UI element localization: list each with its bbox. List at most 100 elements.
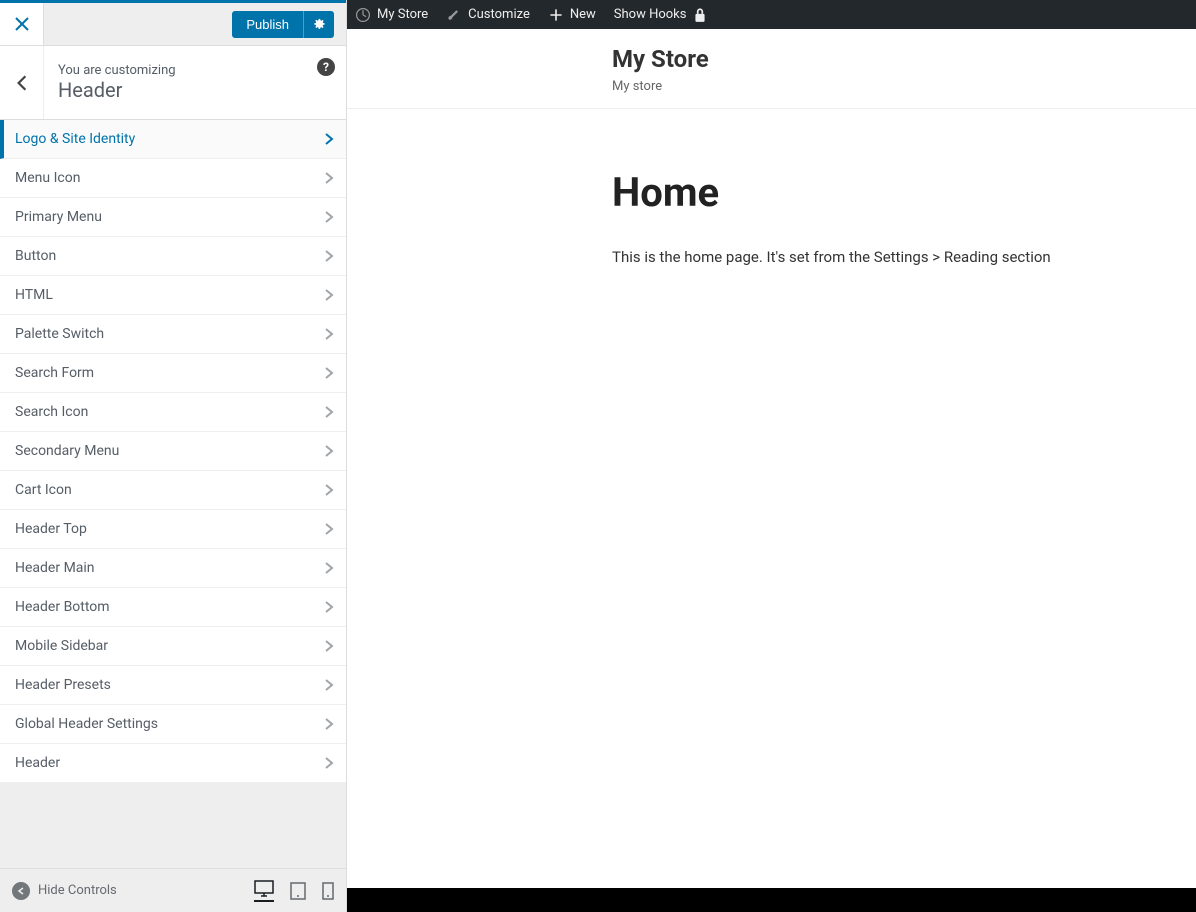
chevron-right-icon — [324, 444, 334, 458]
mobile-preview-button[interactable] — [322, 882, 334, 900]
menu-item-label: Button — [15, 248, 56, 264]
menu-item-label: Header Main — [15, 560, 95, 576]
menu-item-header-main[interactable]: Header Main — [0, 549, 346, 588]
plus-icon — [548, 7, 564, 23]
menu-item-label: Header Top — [15, 521, 87, 537]
device-preview-switcher — [254, 880, 334, 902]
menu-item-logo-site-identity[interactable]: Logo & Site Identity — [0, 120, 346, 159]
sidebar-topbar: Publish — [0, 0, 346, 46]
tablet-icon — [290, 882, 306, 900]
chevron-right-icon — [324, 756, 334, 770]
adminbar-customize-link[interactable]: Customize — [446, 7, 530, 23]
close-customizer-button[interactable] — [0, 3, 44, 45]
chevron-right-icon — [324, 639, 334, 653]
site-tagline: My store — [612, 79, 1176, 94]
menu-item-html[interactable]: HTML — [0, 276, 346, 315]
section-header: You are customizing Header ? — [0, 46, 346, 120]
publish-settings-button[interactable] — [303, 11, 334, 38]
menu-item-label: Primary Menu — [15, 209, 102, 225]
menu-item-secondary-menu[interactable]: Secondary Menu — [0, 432, 346, 471]
mobile-icon — [322, 882, 334, 900]
menu-item-label: Logo & Site Identity — [15, 131, 135, 147]
desktop-preview-button[interactable] — [254, 880, 274, 902]
publish-area: Publish — [232, 11, 346, 38]
site-title[interactable]: My Store — [612, 45, 1176, 73]
chevron-right-icon — [324, 249, 334, 263]
chevron-right-icon — [324, 522, 334, 536]
hide-controls-label: Hide Controls — [38, 883, 117, 898]
menu-item-label: Header Bottom — [15, 599, 110, 615]
tablet-preview-button[interactable] — [290, 882, 306, 900]
chevron-right-icon — [324, 366, 334, 380]
menu-item-label: Global Header Settings — [15, 716, 158, 732]
chevron-left-icon — [16, 74, 28, 92]
menu-item-primary-menu[interactable]: Primary Menu — [0, 198, 346, 237]
menu-item-label: Palette Switch — [15, 326, 104, 342]
menu-item-label: Cart Icon — [15, 482, 72, 498]
wp-adminbar: My Store Customize New Show Hooks — [347, 0, 1196, 29]
customizer-sidebar: Publish You are customizing Header ? Log… — [0, 0, 347, 912]
lock-icon — [692, 7, 708, 23]
chevron-right-icon — [324, 678, 334, 692]
sidebar-footer: Hide Controls — [0, 868, 346, 912]
menu-item-palette-switch[interactable]: Palette Switch — [0, 315, 346, 354]
chevron-right-icon — [324, 405, 334, 419]
adminbar-site-link[interactable]: My Store — [355, 7, 428, 23]
menu-item-label: Search Form — [15, 365, 94, 381]
adminbar-show-hooks[interactable]: Show Hooks — [614, 7, 709, 23]
brush-icon — [446, 7, 462, 23]
adminbar-customize-label: Customize — [468, 7, 530, 22]
menu-item-header-presets[interactable]: Header Presets — [0, 666, 346, 705]
adminbar-site-name: My Store — [377, 7, 428, 22]
back-button[interactable] — [0, 46, 44, 119]
chevron-right-icon — [324, 171, 334, 185]
page-body-text: This is the home page. It's set from the… — [612, 246, 1176, 269]
page-content: Home This is the home page. It's set fro… — [347, 109, 1196, 888]
menu-item-label: Header Presets — [15, 677, 111, 693]
section-title: Header — [58, 78, 292, 102]
help-button[interactable]: ? — [306, 46, 346, 119]
menu-item-label: Header — [15, 755, 60, 771]
customizing-label: You are customizing — [58, 63, 292, 78]
adminbar-show-hooks-label: Show Hooks — [614, 7, 687, 22]
menu-item-header-bottom[interactable]: Header Bottom — [0, 588, 346, 627]
preview-pane: My Store Customize New Show Hooks My Sto… — [347, 0, 1196, 912]
site-header: My Store My store — [347, 29, 1196, 109]
section-title-box: You are customizing Header — [44, 63, 306, 102]
menu-item-button[interactable]: Button — [0, 237, 346, 276]
publish-button[interactable]: Publish — [232, 11, 303, 38]
menu-item-header[interactable]: Header — [0, 744, 346, 783]
menu-item-label: Secondary Menu — [15, 443, 119, 459]
help-icon: ? — [317, 58, 335, 76]
chevron-right-icon — [324, 132, 334, 146]
menu-item-label: Menu Icon — [15, 170, 80, 186]
chevron-right-icon — [324, 600, 334, 614]
dashboard-icon — [355, 7, 371, 23]
page-heading: Home — [612, 169, 1176, 216]
chevron-right-icon — [324, 717, 334, 731]
menu-item-cart-icon[interactable]: Cart Icon — [0, 471, 346, 510]
site-footer — [347, 888, 1196, 912]
menu-item-menu-icon[interactable]: Menu Icon — [0, 159, 346, 198]
chevron-right-icon — [324, 210, 334, 224]
close-icon — [15, 17, 29, 31]
menu-item-header-top[interactable]: Header Top — [0, 510, 346, 549]
hide-controls-button[interactable]: Hide Controls — [12, 882, 117, 900]
chevron-right-icon — [324, 483, 334, 497]
menu-list: Logo & Site Identity Menu Icon Primary Men… — [0, 120, 346, 868]
menu-item-label: HTML — [15, 287, 53, 303]
menu-item-label: Search Icon — [15, 404, 88, 420]
adminbar-new-label: New — [570, 7, 596, 22]
collapse-icon — [12, 882, 30, 900]
menu-item-label: Mobile Sidebar — [15, 638, 108, 654]
menu-item-mobile-sidebar[interactable]: Mobile Sidebar — [0, 627, 346, 666]
gear-icon — [312, 17, 326, 31]
menu-item-search-icon[interactable]: Search Icon — [0, 393, 346, 432]
menu-item-global-header-settings[interactable]: Global Header Settings — [0, 705, 346, 744]
desktop-icon — [254, 880, 274, 898]
adminbar-new-link[interactable]: New — [548, 7, 596, 23]
chevron-right-icon — [324, 561, 334, 575]
chevron-right-icon — [324, 327, 334, 341]
chevron-right-icon — [324, 288, 334, 302]
menu-item-search-form[interactable]: Search Form — [0, 354, 346, 393]
